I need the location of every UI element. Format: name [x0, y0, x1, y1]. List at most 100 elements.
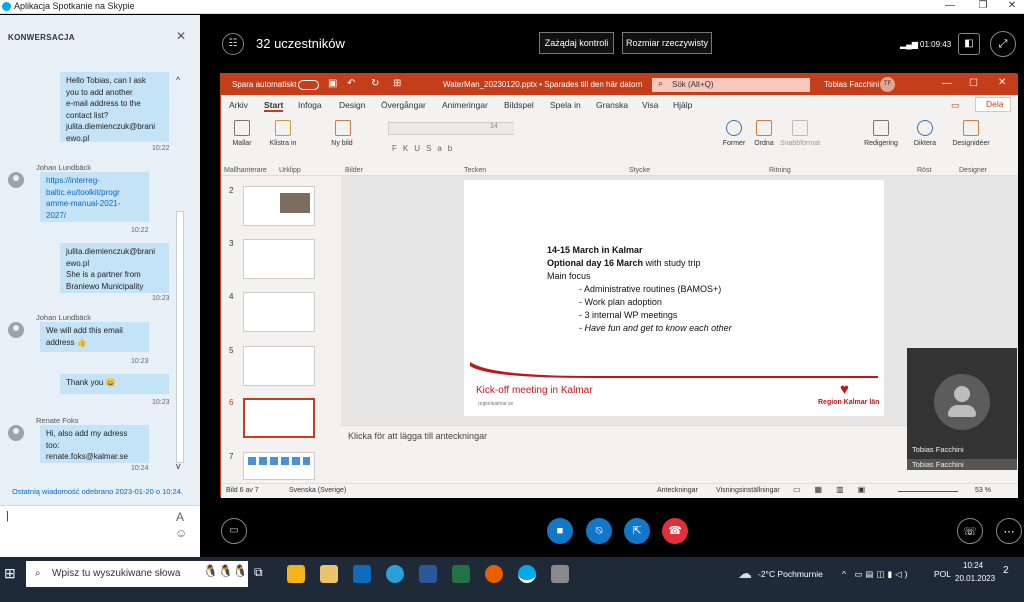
restore-button[interactable]: ❐: [973, 0, 993, 11]
shapes-icon[interactable]: [726, 120, 742, 136]
tab-spela-in[interactable]: Spela in: [550, 100, 581, 110]
slide-thumbnail[interactable]: [243, 346, 315, 386]
design-ideas-icon[interactable]: [963, 120, 979, 136]
undo-icon[interactable]: ↶: [347, 78, 355, 89]
firefox-icon[interactable]: [485, 565, 503, 583]
close-window-button[interactable]: ✕: [1002, 0, 1022, 11]
edge-icon[interactable]: [386, 565, 404, 583]
quick-styles-label[interactable]: Snabbformat: [777, 140, 823, 147]
video-camera-icon[interactable]: ■: [547, 518, 573, 544]
request-control-button[interactable]: Zażądaj kontroli: [539, 32, 614, 54]
chat-toggle-icon[interactable]: ▭: [221, 518, 247, 544]
minimize-button[interactable]: —: [940, 0, 960, 11]
slide-thumbnail[interactable]: [243, 186, 315, 226]
scroll-up-arrow[interactable]: ^: [176, 75, 180, 85]
tray-icons[interactable]: ^ ▭▤◫▮◁): [842, 569, 911, 580]
input-language[interactable]: POL: [934, 569, 951, 579]
tab-overgangar[interactable]: Övergångar: [381, 100, 426, 110]
arrange-label[interactable]: Ordna: [749, 140, 779, 147]
user-avatar[interactable]: TF: [880, 77, 895, 92]
end-call-icon[interactable]: ☎: [662, 518, 688, 544]
clock-time[interactable]: 10:24: [963, 561, 983, 570]
notes-button[interactable]: Anteckningar: [657, 487, 698, 494]
paste-icon[interactable]: [275, 120, 291, 136]
tab-visa[interactable]: Visa: [642, 100, 658, 110]
phone-icon[interactable]: ☏: [957, 518, 983, 544]
chat-message[interactable]: Hello Tobias, can I ask you to add anoth…: [60, 72, 169, 143]
font-size-select[interactable]: 14: [482, 123, 514, 134]
save-icon[interactable]: ▣: [328, 78, 337, 89]
chat-message[interactable]: We will add this email address 👍: [40, 322, 149, 352]
ppt-maximize[interactable]: ☐: [969, 78, 978, 89]
autosave-toggle[interactable]: [298, 80, 319, 90]
view-settings-button[interactable]: Visningsinställningar: [716, 487, 780, 494]
slide-thumbnail[interactable]: [243, 452, 315, 480]
close-chat-button[interactable]: ✕: [176, 29, 186, 43]
tab-hjalp[interactable]: Hjälp: [673, 100, 692, 110]
ppt-minimize[interactable]: —: [942, 78, 952, 89]
language[interactable]: Svenska (Sverige): [289, 487, 346, 494]
design-ideas-label[interactable]: Designidéer: [947, 140, 995, 147]
tab-start[interactable]: Start: [264, 100, 284, 112]
clock-date[interactable]: 20.01.2023: [955, 574, 995, 583]
chat-message[interactable]: Thank you 😀: [60, 374, 169, 394]
redo-icon[interactable]: ↻: [371, 78, 379, 89]
task-view-icon[interactable]: ⧉: [254, 565, 272, 583]
quick-styles-icon[interactable]: [792, 120, 808, 136]
chat-message[interactable]: Hi, also add my adress too: renate.foks@…: [40, 425, 149, 463]
excel-icon[interactable]: [452, 565, 470, 583]
tab-bildspel[interactable]: Bildspel: [504, 100, 534, 110]
format-text-icon[interactable]: A: [176, 510, 184, 524]
text-format-buttons[interactable]: FKUSab: [392, 144, 458, 153]
emoji-icon[interactable]: ☺: [175, 526, 187, 540]
start-icon[interactable]: ⊞: [4, 565, 16, 582]
zoom-level[interactable]: 53 %: [975, 487, 991, 494]
paste-label[interactable]: Klistra in: [269, 140, 297, 147]
notification-icon[interactable]: 2: [1003, 565, 1009, 576]
share-screen-icon[interactable]: ⇱: [624, 518, 650, 544]
view-icons[interactable]: ▭▦▥▣: [793, 485, 879, 494]
chat-message-link[interactable]: https://interreg- baltic.eu/toolkit/prog…: [40, 172, 149, 222]
templates-label[interactable]: Mallar: [227, 140, 257, 147]
tab-arkiv[interactable]: Arkiv: [229, 100, 248, 110]
zoom-slider[interactable]: [898, 491, 958, 492]
arrange-icon[interactable]: [756, 120, 772, 136]
scroll-down-arrow[interactable]: v: [176, 461, 181, 471]
current-slide[interactable]: 14-15 March in Kalmar Optional day 16 Ma…: [464, 180, 884, 416]
tab-infoga[interactable]: Infoga: [298, 100, 322, 110]
fullscreen-icon[interactable]: ⤢: [990, 31, 1016, 57]
share-button[interactable]: Dela: [975, 97, 1011, 112]
tab-animeringar[interactable]: Animeringar: [442, 100, 488, 110]
editing-label[interactable]: Redigering: [859, 140, 903, 147]
new-slide-icon[interactable]: [335, 120, 351, 136]
notes-placeholder[interactable]: Klicka för att lägga till anteckningar: [348, 431, 487, 441]
skype-taskbar-icon[interactable]: [518, 565, 536, 583]
present-icon[interactable]: ⊞: [393, 78, 401, 89]
comments-icon[interactable]: ▭: [951, 100, 960, 111]
slide-thumbnail-selected[interactable]: [243, 398, 315, 438]
mail-icon[interactable]: [353, 565, 371, 583]
participants-icon[interactable]: ☷: [222, 33, 244, 55]
app-icon[interactable]: [551, 565, 569, 583]
message-compose-area[interactable]: | A ☺: [0, 505, 200, 557]
microphone-muted-icon[interactable]: ⍉: [586, 518, 612, 544]
search-box[interactable]: Sök (Alt+Q): [652, 78, 810, 92]
weather-text[interactable]: -2°C Pochmurnie: [758, 569, 823, 579]
shapes-label[interactable]: Former: [718, 140, 750, 147]
file-explorer-icon[interactable]: [320, 565, 338, 583]
microphone-icon[interactable]: [917, 120, 933, 136]
templates-icon[interactable]: [234, 120, 250, 136]
slide-thumbnail[interactable]: [243, 292, 315, 332]
layout-icon[interactable]: ◧: [958, 33, 980, 55]
editing-icon[interactable]: [873, 120, 889, 136]
tab-design[interactable]: Design: [339, 100, 365, 110]
dictate-label[interactable]: Diktera: [909, 140, 941, 147]
new-slide-label[interactable]: Ny bild: [328, 140, 356, 147]
more-options-icon[interactable]: ⋯: [996, 518, 1022, 544]
video-tile[interactable]: Tobias Facchini Tobias Facchini: [907, 348, 1017, 470]
word-icon[interactable]: [419, 565, 437, 583]
ppt-close[interactable]: ✕: [998, 77, 1006, 88]
participants-count[interactable]: 32 uczestników: [256, 36, 345, 51]
chat-message[interactable]: julita.diemienczuk@brani ewo.pl She is a…: [60, 243, 169, 293]
sticky-notes-icon[interactable]: [287, 565, 305, 583]
